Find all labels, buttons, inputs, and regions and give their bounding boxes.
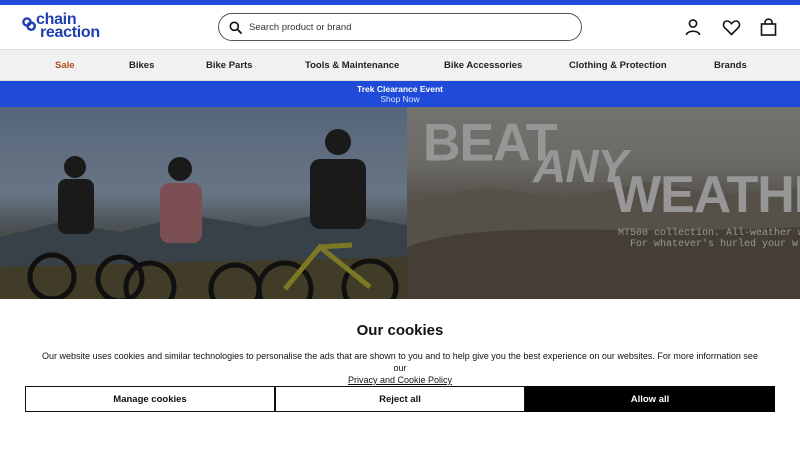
nav-item-bike-parts[interactable]: Bike Parts: [206, 50, 252, 82]
nav-item-bike-accessories[interactable]: Bike Accessories: [444, 50, 522, 82]
basket-button[interactable]: [758, 17, 778, 37]
cookie-dialog: Our cookies Our website uses cookies and…: [0, 299, 800, 450]
cookie-button-row: Manage cookies Reject all Allow all: [25, 386, 775, 412]
logo-text: chain reaction: [36, 12, 100, 41]
search-input[interactable]: [249, 21, 569, 33]
cookie-title: Our cookies: [356, 322, 444, 339]
nav-item-tools-maintenance[interactable]: Tools & Maintenance: [305, 50, 399, 82]
nav-item-bikes[interactable]: Bikes: [129, 50, 154, 82]
main-nav: Sale Bikes Bike Parts Tools & Maintenanc…: [0, 49, 800, 81]
heart-icon: [722, 19, 740, 35]
cookie-body: Our website uses cookies and similar tec…: [40, 350, 760, 386]
reject-all-button[interactable]: Reject all: [275, 386, 525, 412]
chain-link-icon: [22, 17, 36, 31]
search-icon: [227, 19, 243, 35]
promo-banner[interactable]: Trek Clearance Event Shop Now: [0, 81, 800, 107]
account-button[interactable]: [683, 17, 703, 37]
nav-item-sale[interactable]: Sale: [55, 50, 75, 82]
bag-icon: [760, 18, 776, 36]
hero-banner: BEAT ANY WEATHE MT500 collection. All-we…: [0, 107, 800, 299]
nav-item-brands[interactable]: Brands: [714, 50, 747, 82]
wishlist-button[interactable]: [721, 17, 741, 37]
logo[interactable]: chain reaction: [22, 12, 122, 43]
search-bar[interactable]: [218, 13, 582, 41]
promo-title: Trek Clearance Event: [357, 84, 443, 94]
page: chain reaction Sale Bikes Bike Parts Too…: [0, 0, 800, 450]
modal-backdrop: [0, 107, 800, 299]
privacy-policy-link[interactable]: Privacy and Cookie Policy: [348, 375, 452, 385]
cookie-body-text: Our website uses cookies and similar tec…: [42, 351, 758, 373]
logo-line-2: reaction: [40, 24, 100, 41]
manage-cookies-button[interactable]: Manage cookies: [25, 386, 275, 412]
allow-all-button[interactable]: Allow all: [525, 386, 775, 412]
user-icon: [685, 19, 701, 36]
site-header: chain reaction: [0, 5, 800, 49]
promo-link[interactable]: Shop Now: [0, 94, 800, 104]
nav-item-clothing-protection[interactable]: Clothing & Protection: [569, 50, 667, 82]
